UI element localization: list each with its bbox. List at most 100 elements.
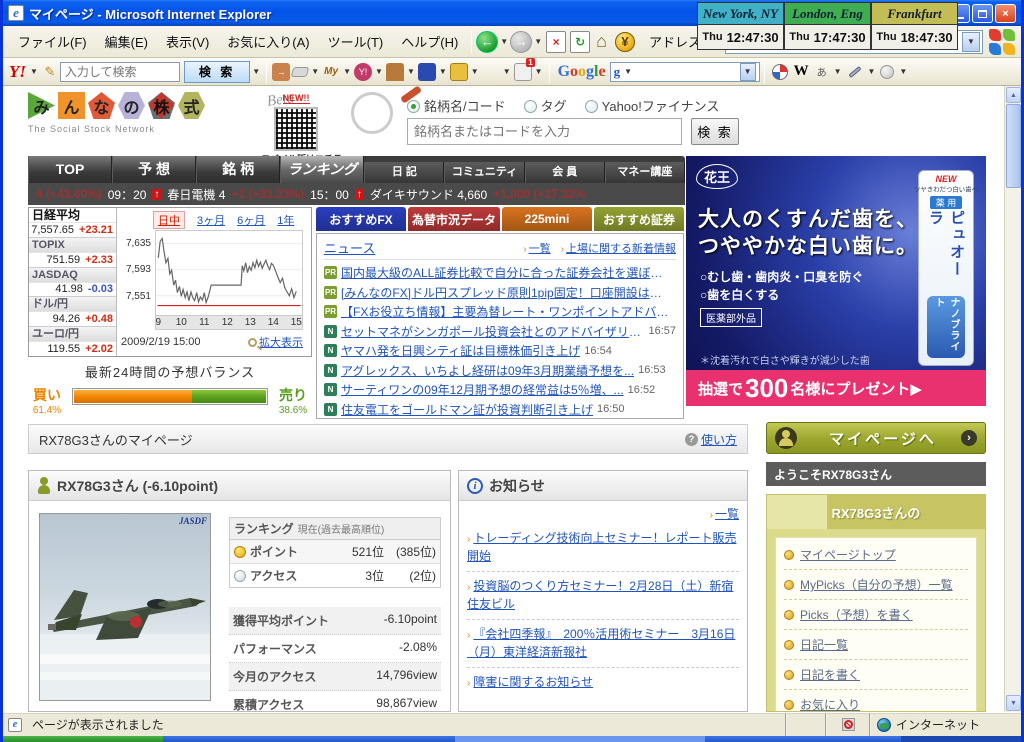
translate-caret-icon[interactable]: ▼ [834,67,842,76]
home-button[interactable]: ⌂ [596,31,607,52]
refresh-button[interactable]: ↻ [570,31,590,53]
compass-icon[interactable] [772,64,788,80]
yahoo-dropdown-icon[interactable]: ▼ [30,67,38,76]
advertisement[interactable]: 花王 大人のくすんだ歯を、つややかな白い歯に。 ○むし歯・歯肉炎・口臭を防ぐ○歯… [686,156,986,406]
notice-link[interactable]: 障害に関するお知らせ [473,675,593,689]
close-button[interactable]: × [995,4,1016,23]
notice-link[interactable]: トレーディング技術向上セミナー！レポート販売開始 [467,531,737,563]
wikipedia-icon[interactable]: W [794,63,809,80]
yahoo-pin-icon[interactable]: Y! [354,63,372,81]
my-yahoo-icon[interactable]: My [322,63,340,81]
site-logo[interactable]: みんなの株式 Beta The Social Stock Network [28,92,258,152]
news-link[interactable]: サーティワンの09年12月期予想の経常益は5％増、... [341,381,624,398]
pin-caret-icon[interactable]: ▼ [375,67,383,76]
scrollbar-thumb[interactable] [1006,104,1021,188]
nav-tab[interactable]: 予 想 [112,156,196,183]
sidebar-item[interactable]: お気に入り [784,690,968,712]
back-dropdown-icon[interactable]: ▼ [500,37,508,46]
news-link[interactable]: [みんなのFX]ドル円スプレッド原則1pip固定！口座開設はこちら [341,284,672,301]
search-type-radio[interactable]: Yahoo!ファイナンス [585,96,720,115]
notice-list-link[interactable]: ›一覧 [467,505,739,522]
sidebar-item[interactable]: MyPicks（自分の予想）一覧 [784,570,968,600]
menu-item[interactable]: お気に入り(A) [218,28,318,55]
mail-icon[interactable]: 1 [514,63,532,81]
chart-range-tab[interactable]: 1年 [277,212,294,228]
wallet-icon[interactable] [450,63,468,81]
google-search-caret-icon[interactable]: ▼ [624,67,632,76]
chart-range-tab[interactable]: 日中 [153,211,185,229]
menu-item[interactable]: 表示(V) [157,28,218,55]
finance-chart-icon[interactable] [418,63,436,81]
wrench-settings-icon[interactable] [848,65,861,77]
gift-caret-icon[interactable]: ▼ [503,67,511,76]
yahoo-search-button[interactable]: 検 索 [184,61,250,83]
news-item[interactable]: N セットマネがシンガポール投資会社とのアドバイザリー... 16:57 [324,322,676,342]
promo-tab[interactable]: 225mini [502,207,592,231]
sidebar-link[interactable]: MyPicks（自分の予想）一覧 [800,576,953,593]
news-link[interactable]: 【FXお役立ち情報】主要為替レート・ワンポイントアドバイスなど [341,303,672,320]
translate-icon[interactable]: あ [813,63,831,81]
sidebar-link[interactable]: お気に入り [800,696,860,712]
notice-link[interactable]: 投資脳のつくり方セミナー！2月28日（土）新宿住友ビル [467,579,733,611]
nav-tab[interactable]: 会 員 [525,162,605,183]
settings-caret-icon[interactable]: ▼ [868,67,876,76]
vertical-scrollbar[interactable]: ▲ ▼ [1004,86,1021,712]
yahoo-search-input[interactable] [60,62,180,82]
mobile-qr-block[interactable]: NEW!! モバイル版はコチラ [261,88,331,165]
notice-item[interactable]: ›トレーディング技術向上セミナー！レポート販売開始 [467,524,739,572]
news-link[interactable]: 住友電工をゴールドマン証が投資判断引き上げ [341,401,593,418]
stop-button[interactable]: × [546,31,566,53]
news-title-link[interactable]: ニュース [324,238,375,257]
yahoo-logo[interactable]: Y! [9,62,26,82]
sidebar-link[interactable]: 日記一覧 [800,636,848,653]
mail-caret-icon[interactable]: ▼ [535,67,543,76]
news-item[interactable]: PR 【FXお役立ち情報】主要為替レート・ワンポイントアドバイスなど [324,302,676,322]
menu-item[interactable]: ファイル(F) [9,28,96,55]
nav-tab[interactable]: TOP [28,156,112,183]
news-link[interactable]: ヤマハ発を日興シティ証は目標株価引き上げ [341,342,580,359]
back-button[interactable]: ← [476,31,498,53]
notice-link[interactable]: 『会社四季報』 200％活用術セミナー 3月16日（月）東洋経済新報社 [467,627,735,659]
google-search-box[interactable]: g ▼ ▼ [610,62,760,82]
menu-item[interactable]: 編集(E) [96,28,157,55]
signout-door-icon[interactable]: → [272,63,290,81]
menu-item[interactable]: ヘルプ(H) [392,28,467,55]
search-options-caret-icon[interactable]: ▼ [252,67,260,76]
sidebar-item[interactable]: 日記一覧 [784,630,968,660]
menu-item[interactable]: ツール(T) [319,28,393,55]
sidebar-item[interactable]: Picks（予想）を書く [784,600,968,630]
news-item[interactable]: PR [みんなのFX]ドル円スプレッド原則1pip固定！口座開設はこちら [324,283,676,303]
edit-pencil-icon[interactable]: ✎ [41,63,59,81]
google-logo[interactable]: Google [558,63,606,81]
nav-tab[interactable]: 日 記 [364,162,444,183]
nav-tab[interactable]: コミュニティ [444,162,524,183]
stock-search-button[interactable]: 検 索 [691,118,739,145]
news-link[interactable]: 国内最大級のALL証券比較で自分に合った証券会社を選ぼう！ [341,264,672,281]
chart-range-tab[interactable]: 6ヶ月 [237,212,265,228]
nav-tab[interactable]: 銘 柄 [196,156,280,183]
my-yahoo-caret-icon[interactable]: ▼ [343,67,351,76]
auction-icon[interactable] [386,63,404,81]
forward-button[interactable]: → [510,31,532,53]
news-item[interactable]: N ヤマハ発を日興シティ証は目標株価引き上げ 16:54 [324,341,676,361]
notice-item[interactable]: ›障害に関するお知らせ [467,668,739,698]
mypage-button[interactable]: マイページへ › [766,422,986,454]
gift-ribbon-icon[interactable] [482,63,500,81]
sidebar-link[interactable]: Picks（予想）を書く [800,606,913,623]
scroll-down-button[interactable]: ▼ [1006,695,1021,711]
eraser-caret-icon[interactable]: ▼ [311,67,319,76]
address-dropdown-icon[interactable]: ▼ [962,32,980,52]
notice-item[interactable]: ›投資脳のつくり方セミナー！2月28日（土）新宿住友ビル [467,572,739,620]
chart-zoom-link[interactable]: 拡大表示 [248,334,303,350]
sidebar-link[interactable]: マイページトップ [800,546,896,563]
profile-orb-icon[interactable] [880,65,894,79]
taskbar-button-edge[interactable] [455,736,705,742]
nav-tab[interactable]: ランキング [280,156,364,183]
scroll-up-button[interactable]: ▲ [1006,87,1021,103]
currency-toolbar-icon[interactable]: ¥ [615,32,635,52]
chart-range-tab[interactable]: 3ヶ月 [197,212,225,228]
promo-tab[interactable]: おすすめ証券 [594,207,684,231]
search-type-radio[interactable]: 銘柄名/コード [407,96,506,115]
eraser-icon[interactable] [291,67,310,77]
search-type-radio[interactable]: タグ [524,96,567,115]
